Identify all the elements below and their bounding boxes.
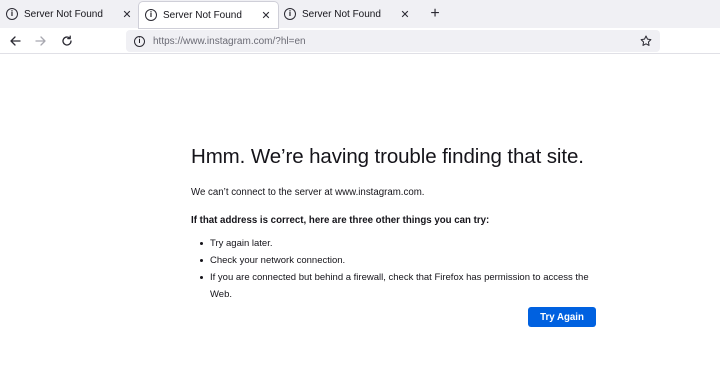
- error-title: Hmm. We’re having trouble finding that s…: [191, 145, 584, 168]
- info-circle-icon: i: [6, 8, 18, 20]
- back-button[interactable]: [2, 30, 28, 52]
- error-description: We can’t connect to the server at www.in…: [191, 187, 425, 198]
- new-tab-button[interactable]: +: [423, 0, 447, 28]
- suggestions-list: Try again later. Check your network conn…: [191, 235, 611, 300]
- arrow-right-icon: [35, 35, 46, 46]
- url-bar[interactable]: i https://www.instagram.com/?hl=en: [126, 30, 660, 52]
- list-item: Check your network connection.: [191, 252, 611, 269]
- nav-bar: i https://www.instagram.com/?hl=en: [0, 28, 720, 54]
- suggestions-heading: If that address is correct, here are thr…: [191, 215, 490, 226]
- close-icon[interactable]: ✕: [258, 7, 274, 23]
- try-again-button[interactable]: Try Again: [528, 307, 596, 327]
- tab-title: Server Not Found: [24, 8, 103, 20]
- list-item: If you are connected but behind a firewa…: [191, 269, 611, 300]
- list-item: Try again later.: [191, 235, 611, 252]
- reload-icon: [62, 35, 72, 46]
- tab-strip: i Server Not Found ✕ i Server Not Found …: [0, 0, 720, 28]
- arrow-left-icon: [10, 35, 21, 46]
- tab-title: Server Not Found: [163, 9, 242, 21]
- url-text[interactable]: https://www.instagram.com/?hl=en: [153, 36, 306, 47]
- tab-2-active[interactable]: i Server Not Found ✕: [139, 2, 278, 28]
- info-circle-icon: i: [145, 9, 157, 21]
- tab-3[interactable]: i Server Not Found ✕: [278, 0, 417, 28]
- info-circle-icon: i: [284, 8, 296, 20]
- reload-button[interactable]: [54, 30, 80, 52]
- tab-title: Server Not Found: [302, 8, 381, 20]
- bookmark-star-icon[interactable]: [638, 33, 654, 49]
- info-circle-icon[interactable]: i: [134, 35, 145, 47]
- forward-button[interactable]: [28, 30, 54, 52]
- error-content: Hmm. We’re having trouble finding that s…: [191, 145, 611, 300]
- close-icon[interactable]: ✕: [397, 6, 413, 22]
- tab-1[interactable]: i Server Not Found ✕: [0, 0, 139, 28]
- close-icon[interactable]: ✕: [119, 6, 135, 22]
